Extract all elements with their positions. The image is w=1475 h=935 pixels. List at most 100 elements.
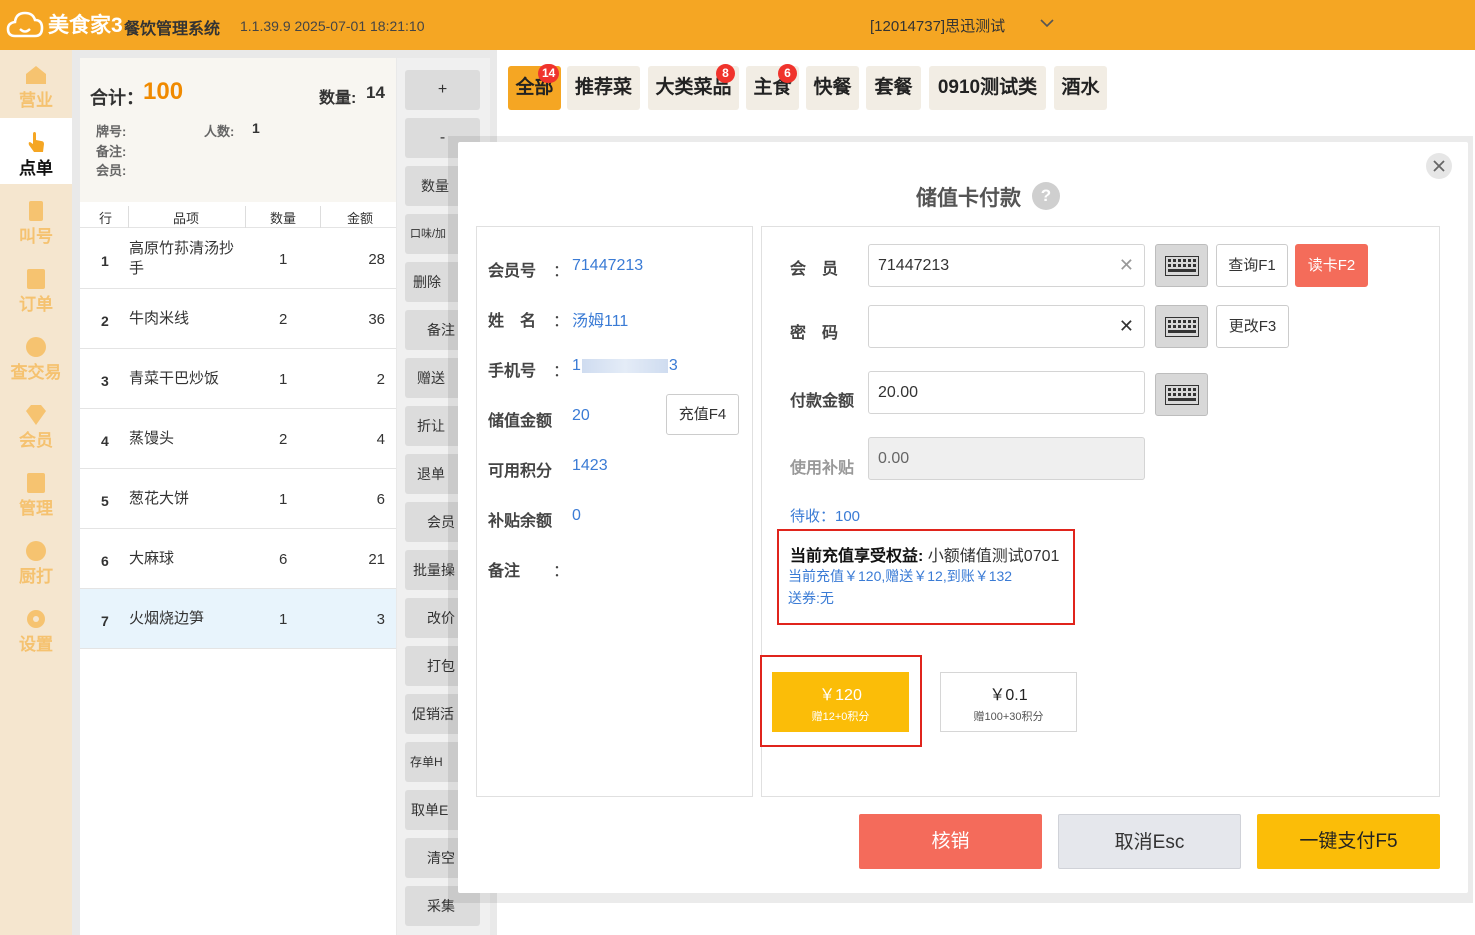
quantity-label: 数量: [319,90,357,107]
category-label: 推荐菜 [574,77,632,98]
table-row[interactable]: 4 蒸馒头 2 4 [80,409,396,469]
table-row[interactable]: 3 青菜干巴炒饭 1 2 [80,349,396,409]
pay-amount-input[interactable]: 20.00 [868,371,1145,414]
category-tab-drinks[interactable]: 酒水 [1054,66,1107,110]
nav-item-transactions[interactable]: 查交易 [0,322,72,388]
benefit-coupon: 送券:无 [788,590,834,606]
info-label: 手机号 [488,363,537,380]
info-label: 备注 [488,563,521,580]
chevron-down-icon[interactable] [1039,15,1055,31]
clear-icon[interactable]: ✕ [1119,245,1134,286]
row-qty: 6 [279,551,288,568]
col-header: 品项 [173,211,200,226]
table-row[interactable]: 2 牛肉米线 2 36 [80,289,396,349]
table-row[interactable]: 6 大麻球 6 21 [80,529,396,589]
keyboard-button-amount[interactable] [1155,373,1208,416]
nav-label: 管理 [19,499,53,518]
category-badge: 6 [778,64,797,83]
keyboard-button-password[interactable] [1155,305,1208,348]
nav-item-order[interactable]: 点单 [0,118,72,184]
manage-icon [24,472,48,494]
side-nav: 营业 点单 叫号 订单 查交易 会员 管理 厨打 设置 [0,50,72,935]
recharge-package-120[interactable]: ￥120 赠12+0积分 [772,672,909,732]
nav-label: 会员 [19,431,53,450]
row-no: 6 [101,553,109,569]
total-value: 100 [143,78,184,105]
kitchen-print-icon [24,540,48,562]
row-amount: 28 [368,251,385,268]
logo-text: 美食家3 [48,14,123,37]
phone-end: 3 [668,357,678,374]
info-value: 汤姆111 [572,313,629,330]
change-password-button[interactable]: 更改F3 [1216,305,1289,348]
category-tab-all[interactable]: 全部 14 [508,64,561,110]
row-amount: 6 [376,491,385,508]
category-tab-main-dishes[interactable]: 大类菜品 8 [648,64,739,110]
nav-item-orders[interactable]: 订单 [0,254,72,320]
nav-item-call-number[interactable]: 叫号 [0,186,72,252]
phone-start: 1 [572,357,581,374]
table-row[interactable]: 5 葱花大饼 1 6 [80,469,396,529]
category-tab-test[interactable]: 0910测试类 [929,66,1046,110]
quick-pay-button[interactable]: 一键支付F5 [1257,814,1440,869]
nav-label: 设置 [19,635,53,654]
row-name: 火烟烧边笋 [129,610,205,627]
benefit-name: 小额储值测试0701 [927,548,1060,565]
help-icon[interactable]: ? [1032,182,1060,210]
nav-item-kitchen-print[interactable]: 厨打 [0,526,72,592]
password-field-label: 密 码 [790,325,839,342]
query-button[interactable]: 查询F1 [1216,244,1288,287]
category-tab-recommended[interactable]: 推荐菜 [567,66,640,110]
phone-masked [581,358,668,373]
stored-value-payment-dialog: 储值卡付款 ? 会员号 ： 71447213 姓 名 ： 汤姆111 手机号 ：… [458,142,1468,893]
info-value: 0 [572,507,581,524]
pay-amount-label: 付款金额 [790,393,855,410]
category-tab-set-meal[interactable]: 套餐 [866,66,921,110]
member-input[interactable]: 71447213 ✕ [868,244,1145,287]
row-name: 葱花大饼 [129,490,190,507]
row-qty: 1 [279,491,288,508]
member-field-label: 会 员 [790,261,839,278]
category-badge: 14 [538,64,560,83]
category-tab-fast-food[interactable]: 快餐 [806,66,859,110]
row-no: 2 [101,313,109,329]
keyboard-button-member[interactable] [1155,244,1208,287]
table-row[interactable]: 7 火烟烧边笋 1 3 [80,589,396,649]
nav-item-member[interactable]: 会员 [0,390,72,456]
row-amount: 4 [376,431,385,448]
system-name: 餐饮管理系统 [124,21,221,38]
package-amount: ￥0.1 [989,687,1028,704]
close-button[interactable] [1426,153,1452,179]
dialog-title: 储值卡付款 [916,187,1021,210]
clear-icon[interactable]: ✕ [1119,306,1134,347]
nav-label: 叫号 [19,227,53,246]
nav-item-settings[interactable]: 设置 [0,594,72,660]
verify-button[interactable]: 核销 [859,814,1042,869]
recharge-package-0-1[interactable]: ￥0.1 赠100+30积分 [940,672,1077,732]
password-input[interactable]: ✕ [868,305,1145,348]
cancel-button[interactable]: 取消Esc [1058,814,1241,869]
row-no: 5 [101,493,109,509]
row-qty: 1 [279,251,288,268]
order-summary: 合计： 100 数量: 14 牌号: 人数: 1 备注: 会员: [80,58,396,202]
info-label: 会员号 [488,263,537,280]
store-selector[interactable]: [12014737]思迅测试 [870,15,1005,36]
read-card-button[interactable]: 读卡F2 [1295,244,1368,287]
nav-item-business[interactable]: 营业 [0,50,72,116]
recharge-benefit-box: 当前充值享受权益: 小额储值测试0701 当前充值￥120,赠送￥12,到账￥1… [777,529,1075,625]
nav-item-manage[interactable]: 管理 [0,458,72,524]
nav-label: 订单 [19,295,53,314]
table-row[interactable]: 1 高原竹荪清汤抄手 1 28 [80,229,396,289]
col-header: 行 [99,211,113,226]
info-label: 补贴余额 [488,513,553,530]
benefit-title-label: 当前充值享受权益: [790,548,924,565]
plus-button[interactable]: + [405,70,480,110]
package-desc: 赠100+30积分 [973,711,1044,723]
info-value: 13 [572,357,678,375]
recharge-button[interactable]: 充值F4 [666,394,739,435]
row-amount: 3 [376,611,385,628]
category-label: 0910测试类 [937,77,1038,98]
category-label: 酒水 [1061,77,1100,98]
category-tab-staple[interactable]: 主食 6 [746,64,799,110]
info-value: 1423 [572,457,608,474]
